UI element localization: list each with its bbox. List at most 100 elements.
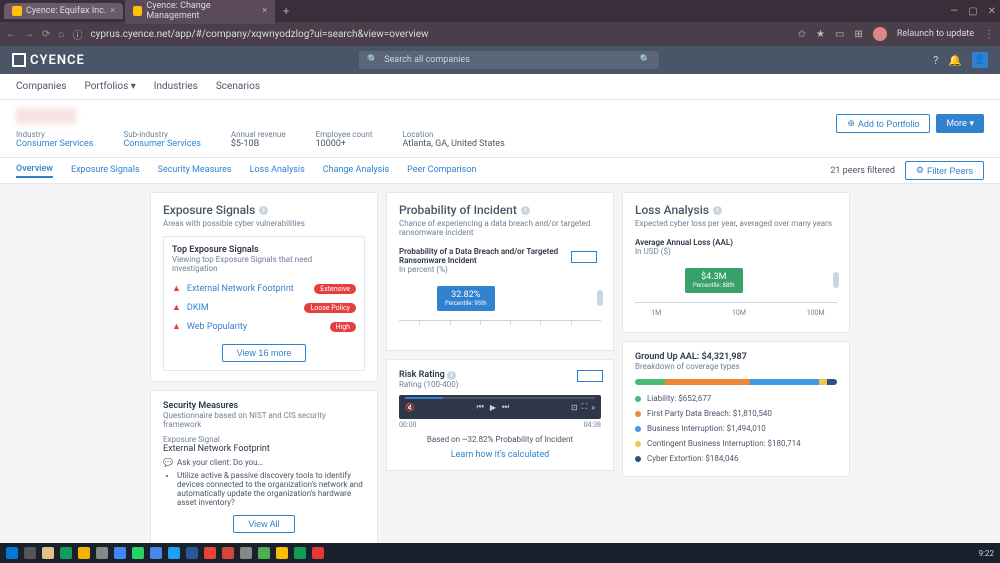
play-icon[interactable]: ▶ [490, 403, 496, 412]
nav-portfolios[interactable]: Portfolios ▾ [84, 81, 135, 92]
menu-icon[interactable]: ⋮ [984, 29, 994, 40]
meta-subindustry[interactable]: Consumer Services [123, 139, 200, 149]
clock[interactable]: 9:22 [979, 549, 994, 558]
close-icon[interactable]: × [262, 6, 267, 16]
app-logo[interactable]: CYENCE [12, 53, 85, 68]
probability-column: Probability of Incidenti Chance of exper… [386, 192, 614, 544]
chart-toggle[interactable] [571, 251, 597, 263]
learn-link[interactable]: Learn how it's calculated [399, 450, 601, 460]
tb-icon[interactable] [204, 547, 216, 559]
signal-link[interactable]: Web Popularity [187, 322, 247, 332]
more-icon[interactable]: » [591, 403, 595, 412]
home-icon[interactable]: ⌂ [58, 29, 64, 40]
back-icon[interactable]: ← [6, 29, 16, 40]
chart-toggle[interactable] [577, 370, 603, 382]
view-more-button[interactable]: View 16 more [222, 344, 307, 362]
tab-security[interactable]: Security Measures [158, 165, 232, 177]
tb-icon[interactable] [96, 547, 108, 559]
rewind-icon[interactable]: ⏮ [477, 402, 484, 412]
browser-titlebar: Cyence: Equifax Inc. × Cyence: Change Ma… [0, 0, 1000, 22]
ground-title: Ground Up AAL: $4,321,987 [635, 352, 837, 362]
tab-change[interactable]: Change Analysis [323, 165, 389, 177]
cc-icon[interactable]: ⊡ [571, 403, 578, 412]
search-submit-icon[interactable]: 🔍 [640, 55, 651, 65]
start-icon[interactable] [6, 547, 18, 559]
info-icon[interactable]: i [713, 206, 722, 215]
logo-icon [12, 53, 26, 67]
filter-peers-button[interactable]: ⚙ Filter Peers [905, 161, 984, 180]
ask-client: Ask your client: Do you… [177, 458, 263, 467]
browser-tab-1[interactable]: Cyence: Equifax Inc. × [4, 3, 123, 19]
tb-icon[interactable] [132, 547, 144, 559]
tab-peer[interactable]: Peer Comparison [407, 165, 476, 177]
card-title: Security Measures [163, 401, 365, 411]
info-icon[interactable]: i [447, 371, 456, 380]
minimize-icon[interactable]: — [950, 6, 958, 17]
app-header: CYENCE 🔍 Search all companies 🔍 ? 🔔 👤 [0, 46, 1000, 74]
risk-rating-card: Risk Rating i Rating (100-400) 🔇 ⏮ ▶ ⏭ ⊡… [386, 359, 614, 471]
mute-icon[interactable]: 🔇 [405, 403, 415, 412]
tb-icon[interactable] [294, 547, 306, 559]
signal-row: ▲ Web Popularity High [172, 317, 356, 336]
maximize-icon[interactable]: ▢ [968, 6, 977, 17]
tb-icon[interactable] [60, 547, 72, 559]
tb-icon[interactable] [168, 547, 180, 559]
signal-link[interactable]: DKIM [187, 303, 209, 313]
extensions-icon[interactable]: ⊞ [854, 29, 862, 40]
company-header: IndustryConsumer Services Sub-industryCo… [0, 100, 1000, 158]
profile-avatar[interactable] [873, 27, 887, 41]
user-menu[interactable]: 👤 [972, 52, 988, 68]
tb-icon[interactable] [78, 547, 90, 559]
relaunch-button[interactable]: Relaunch to update [897, 29, 974, 39]
tb-icon[interactable] [276, 547, 288, 559]
nav-companies[interactable]: Companies [16, 81, 66, 92]
video-cur: 00:00 [399, 421, 416, 429]
tb-icon[interactable] [150, 547, 162, 559]
info-icon[interactable]: i [259, 206, 268, 215]
meta-industry[interactable]: Consumer Services [16, 139, 93, 149]
browser-tab-2[interactable]: Cyence: Change Management × [125, 0, 275, 24]
card-subtitle: Chance of experiencing a data breach and… [399, 219, 601, 237]
sub-tabs: Overview Exposure Signals Security Measu… [0, 158, 1000, 184]
close-icon[interactable]: × [110, 6, 115, 16]
meta-label: Sub-industry [123, 130, 200, 139]
scrollbar-handle[interactable] [833, 272, 839, 288]
signal-link[interactable]: External Network Footprint [187, 284, 294, 294]
chart-callout: $4.3M Percentile: 88th [685, 268, 743, 293]
fullscreen-icon[interactable]: ⛶ [582, 402, 588, 412]
scrollbar-handle[interactable] [597, 290, 603, 306]
tb-icon[interactable] [222, 547, 234, 559]
nav-scenarios[interactable]: Scenarios [216, 81, 260, 92]
help-icon[interactable]: ? [933, 54, 938, 67]
bell-icon[interactable]: 🔔 [948, 54, 962, 67]
tab-overview[interactable]: Overview [16, 164, 53, 178]
legend-item: Business Interruption: $1,494,010 [635, 421, 837, 436]
loss-column: Loss Analysisi Expected cyber loss per y… [622, 192, 850, 544]
tb-icon[interactable] [312, 547, 324, 559]
forward-icon[interactable]: ⏭ [502, 402, 509, 412]
security-measures-card: Security Measures Questionnaire based on… [150, 390, 378, 544]
url-input[interactable]: cyprus.cyence.net/app/#/company/xqwnyodz… [90, 29, 428, 40]
tb-icon[interactable] [114, 547, 126, 559]
tb-icon[interactable] [42, 547, 54, 559]
tb-icon[interactable] [258, 547, 270, 559]
info-icon[interactable]: i [521, 206, 530, 215]
reload-icon[interactable]: ⟳ [42, 29, 50, 40]
star-icon[interactable]: ★ [816, 29, 825, 40]
tb-icon[interactable] [240, 547, 252, 559]
forward-icon[interactable]: → [24, 29, 34, 40]
tb-icon[interactable] [24, 547, 36, 559]
new-tab-button[interactable]: + [283, 5, 289, 18]
add-to-portfolio-button[interactable]: ⊕ Add to Portfolio [836, 114, 930, 133]
star-icon-outline[interactable]: ✩ [798, 29, 806, 40]
video-player[interactable]: 🔇 ⏮ ▶ ⏭ ⊡ ⛶ » [399, 395, 601, 419]
tb-icon[interactable] [186, 547, 198, 559]
tab-exposure[interactable]: Exposure Signals [71, 165, 140, 177]
more-button[interactable]: More ▾ [936, 114, 984, 133]
screen-icon[interactable]: ▭ [835, 29, 844, 40]
tab-loss[interactable]: Loss Analysis [250, 165, 305, 177]
view-all-button[interactable]: View All [233, 515, 294, 533]
nav-industries[interactable]: Industries [154, 81, 198, 92]
global-search[interactable]: 🔍 Search all companies 🔍 [359, 51, 659, 69]
close-window-icon[interactable]: ✕ [988, 6, 996, 17]
